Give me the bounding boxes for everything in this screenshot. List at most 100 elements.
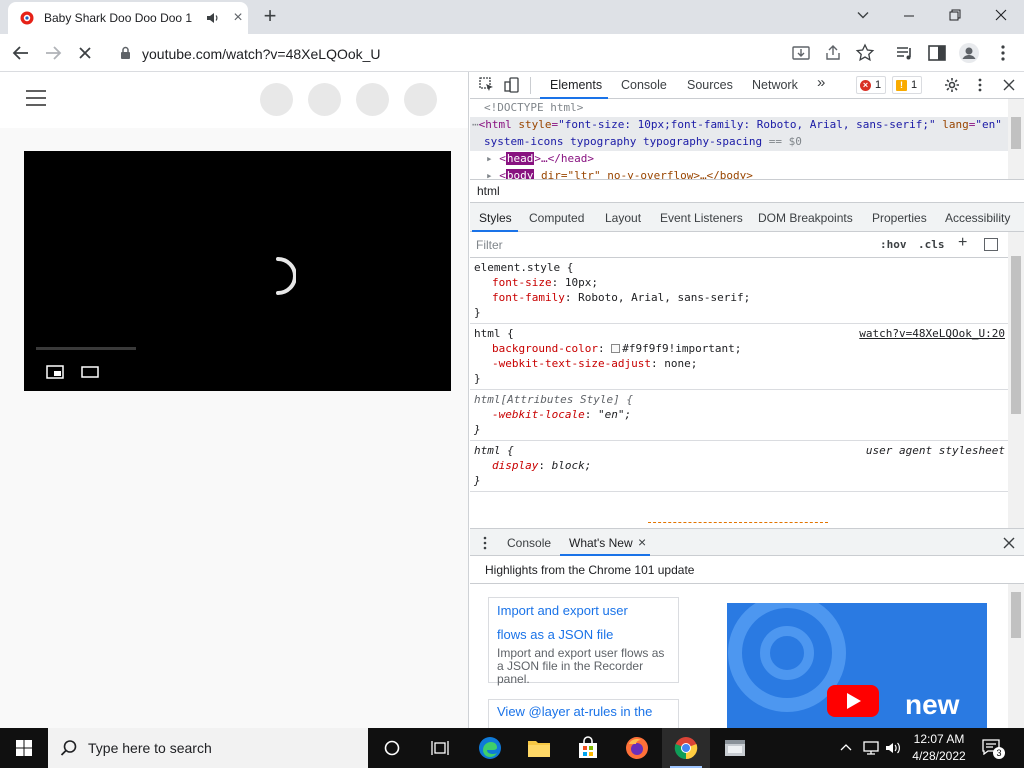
feature-card[interactable]: Import and export user flows as a JSON f… (488, 597, 679, 686)
drawer-tab-whats-new[interactable]: What's New (569, 536, 633, 550)
network-icon[interactable] (862, 740, 880, 756)
taskbar-app-other[interactable] (711, 728, 759, 768)
css-declaration[interactable]: -webkit-locale: "en"; (492, 408, 631, 423)
restore-button[interactable] (932, 0, 978, 30)
drawer-menu-icon[interactable] (482, 536, 488, 550)
taskbar-app-firefox[interactable] (613, 728, 661, 768)
close-whats-new-icon[interactable]: × (638, 534, 646, 550)
new-style-rule-icon[interactable]: + (958, 234, 967, 252)
close-window-button[interactable] (978, 0, 1024, 30)
tab-dom-breakpoints[interactable]: DOM Breakpoints (758, 211, 853, 225)
whats-new-scrollbar[interactable] (1008, 584, 1024, 728)
tab-layout[interactable]: Layout (605, 211, 641, 225)
rule-selector[interactable]: html[Attributes Style] { (474, 393, 633, 408)
task-view-button[interactable] (416, 728, 464, 768)
tab-sources[interactable]: Sources (687, 78, 733, 92)
hover-state-button[interactable]: :hov (880, 238, 907, 251)
tray-chevron-up-icon[interactable] (840, 742, 852, 754)
minimize-button[interactable] (886, 0, 932, 30)
feature-link[interactable]: Import and export user (489, 599, 678, 623)
clock-date[interactable]: 4/28/2022 (904, 749, 974, 763)
notification-center-button[interactable]: 3 (980, 736, 1006, 760)
forward-arrow-icon[interactable] (42, 42, 64, 64)
styles-scrollbar[interactable] (1008, 232, 1024, 528)
volume-icon[interactable] (884, 740, 902, 756)
device-toolbar-icon[interactable] (504, 77, 520, 93)
dom-html-row[interactable]: ⋯<html style="font-size: 10px;font-famil… (472, 117, 1010, 134)
tab-elements[interactable]: Elements (550, 78, 602, 92)
inspect-element-icon[interactable] (479, 77, 495, 93)
browser-tab-active[interactable]: Baby Shark Doo Doo Doo 1 × (8, 2, 248, 34)
dom-html-row-cont[interactable]: system-icons typography typography-spaci… (484, 134, 1022, 151)
taskbar-app-edge[interactable] (466, 728, 514, 768)
more-tabs-button[interactable]: » (817, 74, 825, 91)
dom-body-row[interactable]: ▸ <body dir="ltr" no-y-overflow>…</body> (486, 168, 1024, 179)
profile-avatar-icon[interactable] (958, 42, 980, 64)
side-panel-icon[interactable] (926, 42, 948, 64)
rule-selector[interactable]: element.style { (474, 261, 573, 276)
toggle-sidebar-icon[interactable] (984, 238, 998, 251)
expand-triangle-icon[interactable]: ▸ (486, 152, 493, 165)
back-arrow-icon[interactable] (10, 42, 32, 64)
css-declaration[interactable]: font-family: Roboto, Arial, sans-serif; (492, 291, 750, 306)
video-player[interactable] (24, 151, 451, 391)
tab-close-icon[interactable]: × (230, 10, 246, 26)
video-thumbnail[interactable]: new (727, 603, 987, 728)
rule-selector[interactable]: html { (474, 444, 514, 459)
tab-search-button[interactable] (840, 0, 886, 30)
feature-link-cont[interactable]: flows as a JSON file (489, 623, 678, 647)
bookmark-star-icon[interactable] (854, 42, 876, 64)
breadcrumb-html[interactable]: html (477, 184, 500, 198)
hamburger-menu-icon[interactable] (26, 90, 46, 106)
taskbar-app-chrome[interactable] (662, 728, 710, 768)
address-bar[interactable]: youtube.com/watch?v=48XeLQOok_U (108, 38, 888, 68)
warning-count-badge[interactable]: ! 1 (892, 76, 923, 94)
feature-card[interactable]: View @layer at-rules in the (488, 699, 679, 728)
tab-properties[interactable]: Properties (872, 211, 927, 225)
dom-head-row[interactable]: ▸ <head>…</head> (486, 151, 1024, 168)
class-toggle-button[interactable]: .cls (918, 238, 945, 251)
stop-loading-icon[interactable] (74, 42, 96, 64)
video-progress-bar[interactable] (36, 347, 136, 350)
feature-link[interactable]: View @layer at-rules in the (489, 700, 678, 724)
cortana-button[interactable] (368, 728, 416, 768)
devtools-menu-icon[interactable] (972, 77, 988, 93)
color-swatch[interactable] (611, 344, 621, 353)
tab-event-listeners[interactable]: Event Listeners (660, 211, 743, 225)
taskbar-search-box[interactable]: Type here to search (48, 728, 368, 768)
settings-gear-icon[interactable] (944, 77, 960, 93)
theater-mode-icon[interactable] (81, 365, 99, 379)
styles-filter-input[interactable]: Filter (476, 238, 503, 252)
lock-icon[interactable] (120, 46, 131, 60)
tab-styles[interactable]: Styles (479, 211, 512, 225)
rule-selector[interactable]: html { (474, 327, 514, 342)
share-icon[interactable] (822, 42, 844, 64)
rule-source-link[interactable]: watch?v=48XeLQOok_U:20 (859, 327, 1005, 342)
error-count-badge[interactable]: × 1 (856, 76, 887, 94)
miniplayer-icon[interactable] (46, 365, 64, 379)
audio-playing-icon[interactable] (206, 11, 220, 25)
close-drawer-icon[interactable] (1002, 536, 1016, 550)
tab-accessibility[interactable]: Accessibility (945, 211, 1010, 225)
drawer-tab-console[interactable]: Console (507, 536, 551, 550)
tab-network[interactable]: Network (752, 78, 798, 92)
expand-triangle-icon[interactable]: ▸ (486, 169, 493, 179)
media-controls-icon[interactable] (894, 42, 916, 64)
css-declaration[interactable]: font-size: 10px; (492, 276, 598, 291)
taskbar-app-store[interactable] (564, 728, 612, 768)
close-devtools-icon[interactable] (1002, 78, 1016, 92)
tab-console[interactable]: Console (621, 78, 667, 92)
css-declaration[interactable]: display: block; (492, 459, 591, 474)
css-declaration[interactable]: background-color: #f9f9f9!important; (492, 342, 741, 357)
dom-tree-scrollbar[interactable] (1008, 99, 1024, 179)
taskbar-app-file-explorer[interactable] (515, 728, 563, 768)
tab-computed[interactable]: Computed (529, 211, 584, 225)
kebab-menu-icon[interactable] (992, 42, 1014, 64)
new-tab-button[interactable]: + (258, 5, 282, 28)
clock-time[interactable]: 12:07 AM (904, 732, 974, 746)
css-declaration[interactable]: -webkit-text-size-adjust: none; (492, 357, 697, 372)
dom-doctype-row[interactable]: <!DOCTYPE html> (484, 100, 1022, 117)
start-button[interactable] (0, 728, 48, 768)
minimize-icon (904, 15, 914, 17)
install-app-icon[interactable] (790, 42, 812, 64)
